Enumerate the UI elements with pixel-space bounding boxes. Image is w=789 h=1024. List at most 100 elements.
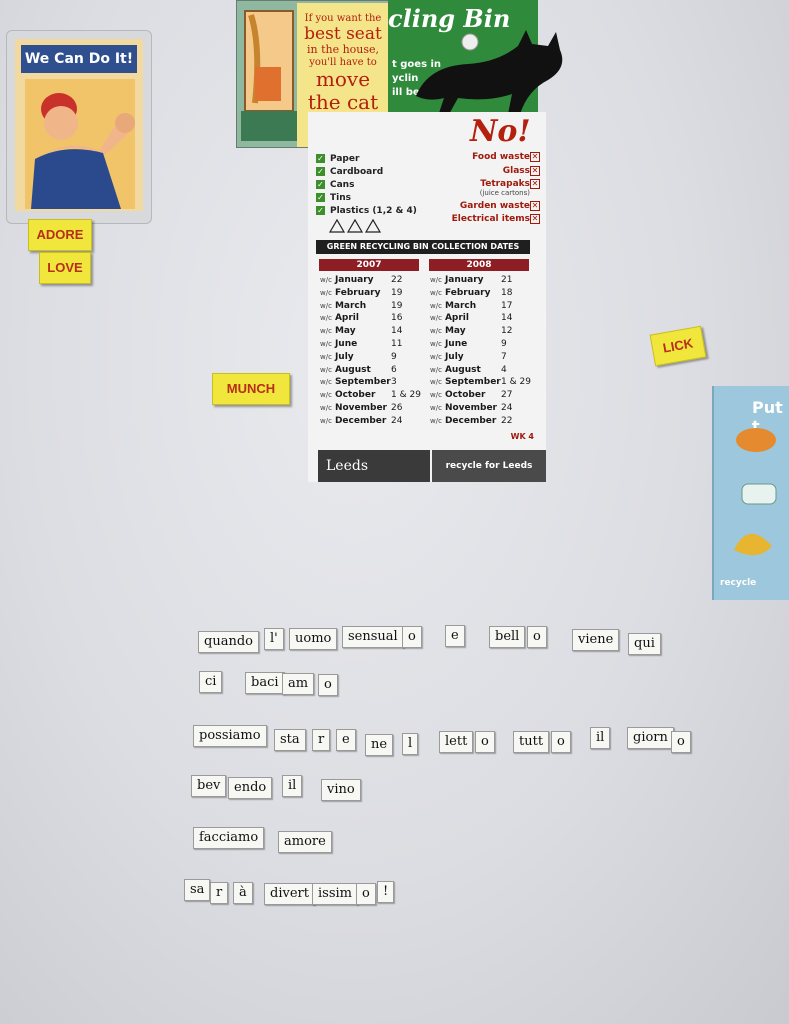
collection-date: 17 xyxy=(501,300,513,311)
plastic-codes-icon xyxy=(328,218,382,233)
word-magnet[interactable]: vino xyxy=(321,779,361,801)
word-magnet[interactable]: à xyxy=(233,882,253,904)
week-commencing-label: w/c xyxy=(430,378,442,387)
word-magnet[interactable]: lett xyxy=(439,731,474,753)
month-name: February xyxy=(334,287,381,298)
word-magnet[interactable]: o xyxy=(402,626,422,648)
year-2007-header: 2007 xyxy=(319,259,419,271)
word-magnet[interactable]: viene xyxy=(572,629,620,651)
yes-item: Cardboard xyxy=(330,167,384,177)
calendar-month: w/c August xyxy=(430,365,481,375)
word-magnet[interactable]: tutt xyxy=(513,731,550,753)
word-magnet[interactable]: o xyxy=(527,626,547,648)
calendar-month: w/c August xyxy=(320,365,371,375)
word-magnet[interactable]: o xyxy=(356,883,376,905)
week-commencing-label: w/c xyxy=(430,416,442,425)
recycle-footer: recycle for Leeds xyxy=(432,450,546,482)
calendar-month: w/c February xyxy=(430,288,491,298)
word-magnet[interactable]: amore xyxy=(278,831,332,853)
collection-date: 12 xyxy=(501,326,513,337)
week-commencing-label: w/c xyxy=(320,288,332,297)
collection-date: 14 xyxy=(391,326,403,337)
cross-icon: ✕ xyxy=(530,179,540,189)
word-magnet[interactable]: ci xyxy=(199,671,223,693)
lick-magnet: LICK xyxy=(649,325,707,367)
word-magnet[interactable]: sa xyxy=(184,879,211,901)
word-magnet[interactable]: am xyxy=(282,673,315,695)
word-magnet[interactable]: divert xyxy=(264,883,315,905)
month-name: July xyxy=(334,351,354,362)
cross-icon: ✕ xyxy=(530,201,540,211)
word-magnet[interactable]: bev xyxy=(191,775,227,797)
leeds-logo-text: Leeds xyxy=(326,458,369,474)
month-name: May xyxy=(334,326,356,337)
week-commencing-label: w/c xyxy=(320,365,332,374)
week-commencing-label: w/c xyxy=(430,301,442,310)
word-magnet[interactable]: ne xyxy=(365,734,394,756)
word-magnet[interactable]: baci xyxy=(245,672,285,694)
week-commencing-label: w/c xyxy=(320,327,332,336)
month-name: June xyxy=(334,339,358,349)
calendar-month: w/c September xyxy=(430,377,501,387)
yes-item: Paper xyxy=(330,154,360,164)
word-magnet[interactable]: qui xyxy=(628,633,661,655)
month-name: July xyxy=(444,351,464,362)
word-magnet[interactable]: o xyxy=(551,731,571,753)
month-name: November xyxy=(444,403,497,413)
word-magnet[interactable]: o xyxy=(475,731,495,753)
calendar-month: w/c June xyxy=(430,339,467,349)
calendar-month: w/c April xyxy=(430,313,469,323)
recycling-body: No! Food waste ✕ Glass ✕ Tetrapaks ✕ (ju… xyxy=(308,112,546,482)
collection-date: 24 xyxy=(391,415,403,426)
week-commencing-label: w/c xyxy=(430,391,442,400)
word-magnet[interactable]: o xyxy=(671,731,691,753)
word-magnet[interactable]: e xyxy=(445,625,465,647)
word-magnet[interactable]: quando xyxy=(198,631,259,653)
word-magnet[interactable]: il xyxy=(282,775,303,797)
calendar-month: w/c April xyxy=(320,313,359,323)
no-item: Food waste xyxy=(472,152,530,162)
calendar-month: w/c October xyxy=(430,390,485,400)
word-magnet[interactable]: endo xyxy=(228,777,273,799)
collection-dates-title: GREEN RECYCLING BIN COLLECTION DATES xyxy=(316,240,530,254)
word-magnet[interactable]: sta xyxy=(274,729,306,751)
check-icon: ✓ xyxy=(316,180,325,189)
poster-artwork: We Can Do It! xyxy=(15,39,143,211)
word-magnet[interactable]: bell xyxy=(489,626,526,648)
word-magnet[interactable]: l' xyxy=(264,628,284,650)
week-commencing-label: w/c xyxy=(320,404,332,412)
calendar-month: w/c October xyxy=(320,390,375,400)
word-magnet[interactable]: ! xyxy=(377,881,395,903)
month-name: January xyxy=(334,275,374,285)
calendar-month: w/c January xyxy=(320,275,374,285)
collection-date: 16 xyxy=(391,313,403,324)
word-magnet[interactable]: facciamo xyxy=(193,827,265,849)
word-magnet[interactable]: possiamo xyxy=(193,725,267,747)
week-commencing-label: w/c xyxy=(320,340,332,348)
collection-date: 24 xyxy=(501,403,513,413)
love-magnet: LOVE xyxy=(39,252,91,284)
word-magnet[interactable]: issim xyxy=(312,883,358,905)
collection-date: 26 xyxy=(391,403,403,413)
poster-banner: We Can Do It! xyxy=(21,45,137,73)
word-magnet[interactable]: giorn xyxy=(627,727,674,749)
no-item: Glass xyxy=(502,166,530,176)
word-magnet[interactable]: r xyxy=(210,882,229,904)
week-commencing-label: w/c xyxy=(430,404,442,412)
calendar-month: w/c January xyxy=(430,275,484,285)
week-commencing-label: w/c xyxy=(430,288,442,297)
word-magnet[interactable]: o xyxy=(318,674,338,696)
word-magnet[interactable]: r xyxy=(312,729,331,751)
no-item: Garden waste xyxy=(459,201,530,211)
word-magnet[interactable]: uomo xyxy=(289,628,338,650)
cross-icon: ✕ xyxy=(530,214,540,224)
yes-item: Tins xyxy=(330,193,351,203)
month-name: September xyxy=(444,377,501,388)
word-magnet[interactable]: e xyxy=(336,729,356,751)
word-magnet[interactable]: l xyxy=(402,733,419,755)
word-magnet[interactable]: il xyxy=(590,727,611,749)
word-magnet[interactable]: sensual xyxy=(342,626,404,648)
collection-date: 22 xyxy=(501,415,513,426)
month-name: March xyxy=(334,300,367,311)
recycle-logo-text: recycle xyxy=(720,578,757,588)
